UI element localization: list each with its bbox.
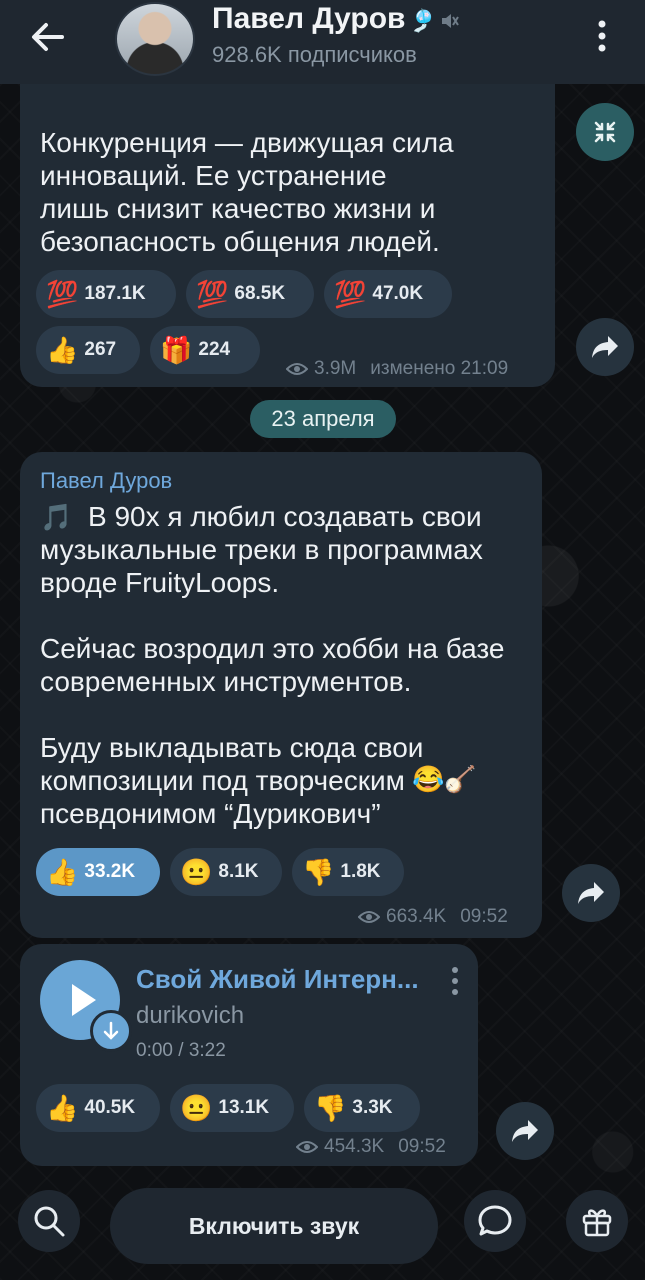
message-time: 09:52: [460, 906, 508, 927]
message-text: Конкуренция — движущая сила инноваций. Е…: [40, 127, 454, 257]
thumbs-down-icon: 👎: [314, 1093, 347, 1123]
views-icon: [286, 363, 308, 375]
share-button[interactable]: [496, 1102, 554, 1160]
reaction-count: 13.1K: [218, 1097, 270, 1118]
views-icon: [358, 911, 380, 923]
thumbs-up-icon: 👍: [46, 335, 79, 365]
thumbs-up-icon: 👍: [46, 1093, 79, 1123]
bottom-bar: Включить звук: [0, 1170, 645, 1280]
thumbs-up-icon: 👍: [46, 857, 79, 887]
reaction-chip[interactable]: 💯 187.1K: [36, 270, 176, 318]
reaction-count: 3.3K: [352, 1097, 393, 1118]
unmute-button[interactable]: Включить звук: [110, 1188, 438, 1264]
discussion-button[interactable]: [464, 1190, 526, 1252]
share-arrow-icon: [512, 1120, 538, 1142]
reaction-count: 40.5K: [84, 1097, 136, 1118]
title-emoji: 🎐: [409, 8, 437, 33]
reaction-count: 47.0K: [372, 283, 424, 304]
reaction-chip[interactable]: 💯 68.5K: [186, 270, 314, 318]
reaction-chip[interactable]: 😐 13.1K: [170, 1084, 294, 1132]
reaction-chip[interactable]: 👎 1.8K: [292, 848, 404, 896]
track-duration: 0:00 / 3:22: [136, 1040, 226, 1061]
neutral-face-icon: 😐: [180, 857, 213, 887]
reaction-chip[interactable]: 👍 33.2K: [36, 848, 160, 896]
reaction-chip[interactable]: 💯 47.0K: [324, 270, 452, 318]
reaction-count: 187.1K: [84, 283, 146, 304]
channel-avatar[interactable]: [115, 2, 195, 76]
gift-button[interactable]: [566, 1190, 628, 1252]
view-count: 454.3K: [324, 1136, 385, 1157]
message-time: 09:52: [398, 1136, 446, 1157]
back-arrow-icon[interactable]: [22, 16, 74, 58]
search-button[interactable]: [18, 1190, 80, 1252]
message-bubble[interactable]: Павел Дуров 🎵 В 90х я любил создавать св…: [20, 452, 542, 938]
reaction-chip[interactable]: 👍 40.5K: [36, 1084, 160, 1132]
view-count: 3.9M: [314, 358, 357, 379]
message-meta: 454.3K 09:52: [296, 1136, 446, 1158]
collapse-icon: [594, 121, 616, 143]
views-icon: [296, 1141, 318, 1153]
thumbs-down-icon: 👎: [302, 857, 335, 887]
subscriber-count: 928.6K подписчиков: [212, 42, 417, 67]
message-bubble[interactable]: Конкуренция — движущая сила инноваций. Е…: [20, 70, 555, 387]
gift-icon: 🎁: [160, 335, 193, 365]
share-arrow-icon: [592, 336, 618, 358]
reaction-count: 8.1K: [218, 861, 259, 882]
message-author[interactable]: Павел Дуров: [40, 468, 172, 494]
track-title: Свой Живой Интерн...: [136, 964, 419, 994]
hundred-emoji-icon: 💯: [196, 279, 229, 309]
reaction-chip[interactable]: 🎁 224: [150, 326, 260, 374]
hundred-emoji-icon: 💯: [46, 279, 79, 309]
reaction-count: 267: [84, 339, 117, 360]
reaction-count: 224: [198, 339, 231, 360]
reaction-count: 1.8K: [340, 861, 381, 882]
reaction-chip[interactable]: 😐 8.1K: [170, 848, 282, 896]
edited-time: изменено 21:09: [370, 358, 509, 379]
trailing-emojis: 😂🪕: [412, 764, 477, 794]
muted-icon: [442, 14, 459, 28]
music-note-emoji: 🎵: [40, 502, 73, 532]
track-performer: durikovich: [136, 1002, 245, 1029]
message-meta: 663.4K 09:52: [358, 906, 508, 928]
download-icon: [103, 1021, 119, 1040]
search-icon: [34, 1206, 65, 1237]
more-menu-icon[interactable]: [590, 14, 614, 58]
date-separator: 23 апреля: [250, 400, 396, 438]
gift-icon: [582, 1209, 612, 1237]
hundred-emoji-icon: 💯: [334, 279, 367, 309]
download-badge[interactable]: [90, 1010, 132, 1052]
reaction-count: 68.5K: [234, 283, 286, 304]
neutral-face-icon: 😐: [180, 1093, 213, 1123]
chat-header: Павел Дуров 🎐 928.6K подписчиков: [0, 0, 645, 84]
share-arrow-icon: [578, 882, 604, 904]
message-body: 🎵 В 90х я любил создавать свои музыкальн…: [40, 500, 530, 830]
share-button[interactable]: [562, 864, 620, 922]
audio-message-bubble[interactable]: Свой Живой Интерн... durikovich 0:00 / 3…: [20, 944, 478, 1166]
message-meta: 3.9M изменено 21:09: [286, 358, 508, 380]
share-button[interactable]: [576, 318, 634, 376]
view-count: 663.4K: [386, 906, 447, 927]
reaction-chip[interactable]: 👍 267: [36, 326, 140, 374]
audio-more-icon[interactable]: [448, 964, 462, 1000]
collapse-button[interactable]: [576, 103, 634, 161]
reaction-chip[interactable]: 👎 3.3K: [304, 1084, 420, 1132]
reaction-count: 33.2K: [84, 861, 136, 882]
channel-title[interactable]: Павел Дуров: [212, 2, 406, 36]
comment-bubble-icon: [478, 1205, 512, 1236]
